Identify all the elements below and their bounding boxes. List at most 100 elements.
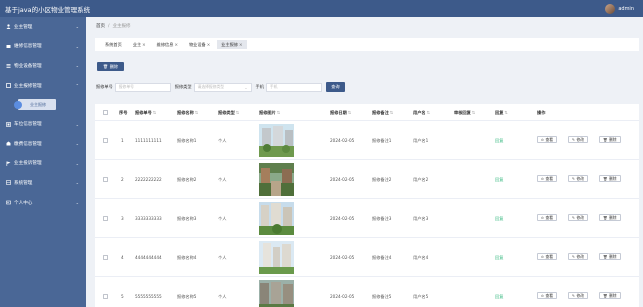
column-header[interactable]: 报修日期⇅ xyxy=(330,110,351,116)
sort-icon[interactable]: ⇅ xyxy=(277,110,281,115)
edit-button[interactable]: ✎ 修改 xyxy=(568,136,589,143)
repair-name: 报修名称3 xyxy=(177,216,197,221)
sidebar-item-repair[interactable]: 业主报修管理 ⌃ xyxy=(0,76,86,96)
delete-row-button[interactable]: 🗑 删除 xyxy=(599,136,621,143)
sidebar-item-owner[interactable]: 业主管理 ⌄ xyxy=(0,17,86,37)
avatar[interactable] xyxy=(605,3,616,14)
reply-link[interactable]: 回复 xyxy=(495,138,503,144)
edit-icon: ✎ xyxy=(572,215,575,220)
delete-button[interactable]: 🗑 删除 xyxy=(97,62,124,71)
tab-label: 系统首页 xyxy=(105,41,122,47)
delete-row-button[interactable]: 🗑 删除 xyxy=(599,253,621,260)
phone-input[interactable]: 手机 xyxy=(265,82,322,92)
reply-link[interactable]: 回复 xyxy=(495,294,503,300)
sort-icon[interactable]: ⇅ xyxy=(504,110,508,115)
row-checkbox[interactable] xyxy=(103,177,108,182)
sidebar-item-maintenance[interactable]: 維修信息管理 ⌄ xyxy=(0,37,86,57)
sidebar-item-parking[interactable]: 车位信息管理 ⌄ xyxy=(0,114,86,134)
repair-image[interactable] xyxy=(259,124,294,157)
reply-link[interactable]: 回复 xyxy=(495,255,503,261)
view-button[interactable]: ⊙ 查看 xyxy=(537,253,558,260)
repair-name: 报修名称1 xyxy=(177,138,197,143)
view-label: 查看 xyxy=(545,253,554,259)
close-icon[interactable]: × xyxy=(142,42,146,47)
trash-icon: 🗑 xyxy=(603,137,608,142)
sidebar-item-system[interactable]: 系统管理 ⌄ xyxy=(0,173,86,193)
delete-row-label: 删除 xyxy=(608,292,617,298)
delete-row-button[interactable]: 🗑 删除 xyxy=(599,292,621,299)
reply-link[interactable]: 回复 xyxy=(495,216,503,222)
breadcrumb-home[interactable]: 首页 xyxy=(96,24,105,29)
close-icon[interactable]: × xyxy=(174,42,178,47)
repair-no-input[interactable]: 报修单号 xyxy=(114,82,171,92)
column-header[interactable]: 报修图片⇅ xyxy=(259,110,280,116)
edit-button[interactable]: ✎ 修改 xyxy=(568,253,589,260)
sidebar-item-complaint[interactable]: 业主投诉管理 ⌄ xyxy=(0,154,86,174)
chevron-down-icon: ⌄ xyxy=(75,160,79,166)
column-header[interactable]: 回复⇅ xyxy=(495,110,508,116)
view-button[interactable]: ⊙ 查看 xyxy=(537,136,558,143)
tab-equipment[interactable]: 物业设备× xyxy=(185,40,214,49)
column-header[interactable]: 报修备注⇅ xyxy=(372,110,393,116)
repair-type-placeholder: 请选择报修类型 xyxy=(197,84,225,89)
tab-owner[interactable]: 业主× xyxy=(129,40,150,49)
row-checkbox[interactable] xyxy=(103,138,108,143)
repair-remark: 报修备注1 xyxy=(372,138,392,143)
tab-repair[interactable]: 业主报修× xyxy=(217,40,247,49)
repair-name: 报修名称2 xyxy=(177,177,197,182)
edit-button[interactable]: ✎ 修改 xyxy=(568,214,589,221)
sort-icon[interactable]: ⇅ xyxy=(390,110,394,115)
view-button[interactable]: ⊙ 查看 xyxy=(537,292,558,299)
column-header[interactable]: 报修名称⇅ xyxy=(177,110,198,116)
edit-label: 修改 xyxy=(576,292,585,298)
row-index: 4 xyxy=(121,255,124,260)
tab-home[interactable]: 系统首页 xyxy=(101,40,126,49)
query-button[interactable]: 查询 xyxy=(325,82,345,92)
row-checkbox[interactable] xyxy=(103,216,108,221)
sort-icon[interactable]: ⇅ xyxy=(236,110,240,115)
column-header[interactable]: 报修类型⇅ xyxy=(218,110,239,116)
delete-row-button[interactable]: 🗑 删除 xyxy=(599,175,621,182)
repair-image[interactable] xyxy=(259,202,294,235)
close-icon[interactable]: × xyxy=(239,42,243,47)
sidebar-item-equipment[interactable]: 物业设备管理 ⌄ xyxy=(0,56,86,76)
user-menu[interactable]: admin xyxy=(605,3,634,14)
repair-date: 2024-02-05 xyxy=(330,138,355,143)
column-header[interactable]: 用户名⇅ xyxy=(413,110,430,116)
close-icon[interactable]: × xyxy=(207,42,211,47)
sort-icon[interactable]: ⇅ xyxy=(472,110,476,115)
repair-type-select[interactable]: 请选择报修类型 ⌄ xyxy=(193,82,252,92)
edit-button[interactable]: ✎ 修改 xyxy=(568,292,589,299)
chevron-down-icon: ⌄ xyxy=(75,121,79,127)
sort-icon[interactable]: ⇅ xyxy=(427,110,431,115)
tab-maintenance[interactable]: 维修信息× xyxy=(153,40,182,49)
repair-image[interactable] xyxy=(259,241,294,274)
delete-row-button[interactable]: 🗑 删除 xyxy=(599,214,621,221)
view-button[interactable]: ⊙ 查看 xyxy=(537,214,558,221)
view-icon: ⊙ xyxy=(541,293,544,298)
trash-icon: 🗑 xyxy=(102,63,109,69)
sort-icon[interactable]: ⇅ xyxy=(153,110,157,115)
edit-button[interactable]: ✎ 修改 xyxy=(568,175,589,182)
repair-date: 2024-02-05 xyxy=(330,177,355,182)
data-table: 序号 报修单号⇅ 报修名称⇅ 报修类型⇅ 报修图片⇅ 报修日期⇅ 报修备注⇅ 用… xyxy=(95,104,639,307)
sidebar-item-label: 物业设备管理 xyxy=(14,63,42,69)
row-checkbox[interactable] xyxy=(103,294,108,299)
sort-icon[interactable]: ⇅ xyxy=(348,110,352,115)
sidebar-item-payment[interactable]: 缴费信息管理 ⌄ xyxy=(0,134,86,154)
sidebar-item-personal[interactable]: 个人中心 ⌄ xyxy=(0,193,86,213)
sort-icon[interactable]: ⇅ xyxy=(195,110,199,115)
column-header[interactable]: 报修单号⇅ xyxy=(135,110,156,116)
repair-image[interactable] xyxy=(259,280,294,307)
select-all-checkbox[interactable] xyxy=(103,110,108,115)
repair-image[interactable] xyxy=(259,163,294,196)
sidebar-subitem-repair[interactable]: 业主报修 xyxy=(18,99,56,111)
row-checkbox[interactable] xyxy=(103,255,108,260)
view-label: 查看 xyxy=(545,136,554,142)
reply-link[interactable]: 回复 xyxy=(495,177,503,183)
column-header-label: 报修图片 xyxy=(259,110,276,115)
view-button[interactable]: ⊙ 查看 xyxy=(537,175,558,182)
delete-row-label: 删除 xyxy=(608,214,617,220)
repair-remark: 报修备注4 xyxy=(372,255,392,260)
column-header[interactable]: 审核回复⇅ xyxy=(454,110,475,116)
